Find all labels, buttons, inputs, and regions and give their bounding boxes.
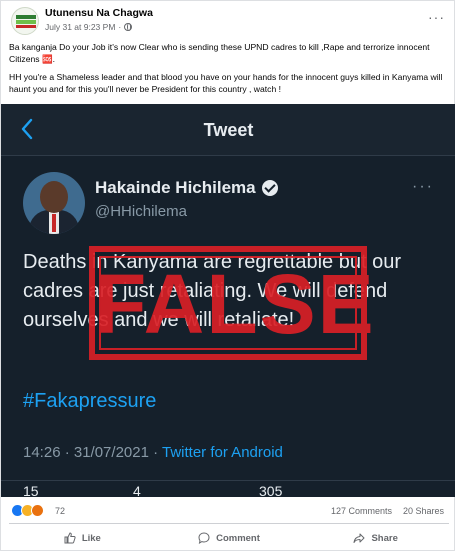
post-paragraph: Ba kanganja Do your Job it's now Clear w… bbox=[9, 42, 430, 64]
tweet-topbar: Tweet bbox=[1, 104, 455, 156]
tweet-stats-cutoff: 15 4 305 bbox=[1, 480, 455, 497]
page-avatar[interactable] bbox=[11, 7, 39, 35]
tweet-quote-count: 4 bbox=[133, 483, 141, 497]
reaction-icons[interactable] bbox=[11, 504, 44, 517]
tweet-client: Twitter for Android bbox=[162, 444, 283, 461]
comments-count-link[interactable]: 127 Comments bbox=[331, 506, 392, 516]
avatar-logo-band bbox=[16, 20, 36, 24]
tweet-footer: 14:26 · 31/07/2021 · Twitter for Android bbox=[23, 444, 283, 461]
post-meta: July 31 at 9:23 PM · bbox=[45, 22, 133, 32]
post-actions: Like Comment Share bbox=[9, 527, 449, 549]
shares-count-link[interactable]: 20 Shares bbox=[403, 506, 444, 516]
false-stamp-label: FALSE bbox=[95, 257, 376, 351]
like-button-label: Like bbox=[81, 532, 101, 544]
post-header: Utunensu Na Chagwa July 31 at 9:23 PM · … bbox=[9, 5, 449, 35]
comment-button[interactable]: Comment bbox=[156, 527, 303, 549]
post-timestamp[interactable]: July 31 at 9:23 PM bbox=[45, 22, 115, 32]
tweet-author-name: Hakainde Hichilema bbox=[95, 178, 278, 198]
tweet-screenshot-image[interactable]: Tweet Hakainde Hichilema @HHichilema ···… bbox=[1, 104, 455, 497]
comment-bubble-icon bbox=[198, 532, 210, 544]
tweet-like-count: 305 bbox=[259, 483, 283, 497]
tweet-time: 14:26 · 31/07/2021 · bbox=[23, 444, 162, 461]
tweet-more-icon: ··· bbox=[412, 178, 434, 195]
post-more-options-icon[interactable]: ··· bbox=[428, 9, 445, 25]
verified-badge-icon bbox=[261, 180, 278, 196]
share-arrow-icon bbox=[353, 533, 365, 543]
avatar-logo-band bbox=[16, 15, 36, 19]
meta-separator: · bbox=[118, 22, 122, 32]
post-paragraph: HH you're a Shameless leader and that bl… bbox=[9, 72, 443, 94]
reactions-bar: 72 127 Comments 20 Shares bbox=[9, 504, 449, 520]
like-button[interactable]: Like bbox=[9, 527, 156, 549]
avatar-logo-band bbox=[16, 25, 36, 28]
post-text: Ba kanganja Do your Job it's now Clear w… bbox=[9, 41, 449, 101]
reaction-count[interactable]: 72 bbox=[55, 506, 65, 516]
thumbs-up-icon bbox=[64, 532, 76, 544]
tweet-author-handle: @HHichilema bbox=[95, 203, 187, 220]
share-button-label: Share bbox=[371, 532, 398, 544]
globe-icon bbox=[124, 23, 133, 31]
false-stamp: FALSE bbox=[89, 246, 376, 360]
avatar-tie bbox=[52, 214, 56, 232]
tweet-retweet-count: 15 bbox=[23, 483, 39, 497]
share-button[interactable]: Share bbox=[302, 527, 449, 549]
tweet-author-avatar bbox=[23, 172, 85, 234]
tweet-hashtag: #Fakapressure bbox=[23, 390, 157, 412]
tweet-author-name-text: Hakainde Hichilema bbox=[95, 178, 256, 197]
actions-divider bbox=[9, 523, 449, 524]
avatar-face bbox=[40, 181, 68, 213]
angry-reaction-icon bbox=[31, 504, 44, 517]
page-name-link[interactable]: Utunensu Na Chagwa bbox=[45, 7, 153, 19]
facebook-post-card: Utunensu Na Chagwa July 31 at 9:23 PM · … bbox=[0, 0, 455, 551]
comment-button-label: Comment bbox=[216, 532, 260, 544]
tweet-header-title: Tweet bbox=[203, 120, 254, 140]
